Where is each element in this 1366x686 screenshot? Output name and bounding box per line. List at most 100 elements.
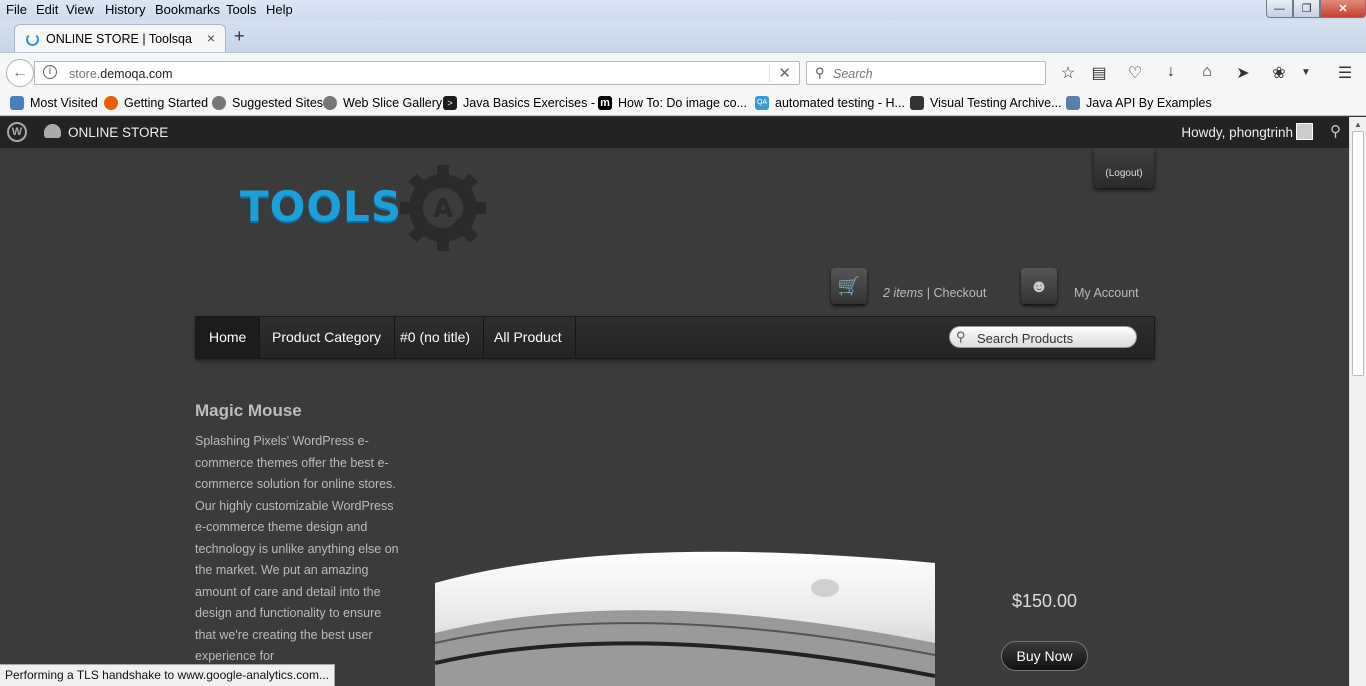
url-domain: demoqa.com: [100, 67, 173, 81]
bookmark-image-compare[interactable]: m How To: Do image co...: [598, 96, 747, 110]
tab-online-store[interactable]: ONLINE STORE | Toolsqa Dummy ×: [14, 24, 226, 53]
close-tab-icon[interactable]: ×: [207, 30, 215, 46]
bookmarks-toolbar: Most Visited Getting Started Suggested S…: [0, 92, 1366, 116]
site-info-icon[interactable]: i: [43, 65, 57, 79]
bookmark-label: Web Slice Gallery: [343, 96, 443, 110]
cart-summary[interactable]: 2 items | Checkout: [883, 286, 986, 300]
bookmark-java-api[interactable]: Java API By Examples: [1066, 96, 1212, 110]
scroll-up-icon[interactable]: ▲: [1354, 120, 1362, 129]
window-controls: — ❐ ✕: [1266, 0, 1366, 20]
menu-file[interactable]: File: [6, 2, 27, 17]
admin-search-icon[interactable]: ⚲: [1330, 122, 1341, 140]
bookmark-label: Visual Testing Archive...: [930, 96, 1062, 110]
bookmark-automated-testing[interactable]: QA automated testing - H...: [755, 96, 905, 110]
search-icon: ⚲: [956, 329, 966, 344]
menu-help[interactable]: Help: [266, 2, 293, 17]
bookmark-web-slice-gallery[interactable]: Web Slice Gallery: [323, 96, 442, 110]
url-subdomain: store.: [69, 67, 101, 81]
bookmark-suggested-sites[interactable]: Suggested Sites: [212, 96, 323, 110]
menu-edit[interactable]: Edit: [36, 2, 58, 17]
bookmark-label: Getting Started: [124, 96, 209, 110]
hamburger-menu-icon[interactable]: ☰: [1335, 63, 1355, 83]
maximize-button[interactable]: ❐: [1293, 0, 1320, 18]
admin-bar-howdy[interactable]: Howdy, phongtrinh: [1181, 125, 1293, 140]
nav-home[interactable]: Home: [196, 317, 261, 358]
bookmark-label: Most Visited: [30, 96, 98, 110]
page-scrollbar[interactable]: ▲: [1349, 117, 1366, 686]
bookmark-star-icon[interactable]: ☆: [1058, 63, 1078, 83]
bookmark-label: Java Basics Exercises - ...: [463, 96, 609, 110]
close-window-button[interactable]: ✕: [1320, 0, 1366, 18]
navigation-toolbar: ← i store.demoqa.com ✕ ⚲ Search ☆ ▤ ♡ ↓ …: [0, 52, 1366, 92]
loading-spinner-icon: [26, 33, 39, 46]
account-icon[interactable]: ☻: [1021, 268, 1057, 304]
product-price: $150.00: [1012, 591, 1078, 611]
bookmark-label: automated testing - H...: [775, 96, 905, 110]
back-arrow-icon: ←: [12, 64, 28, 81]
cart-item-count: 2 items: [883, 286, 924, 300]
send-icon[interactable]: ➤: [1233, 63, 1253, 83]
bookmark-label: Suggested Sites: [232, 96, 324, 110]
bookmark-visual-testing[interactable]: Visual Testing Archive...: [910, 96, 1062, 110]
clear-url-icon[interactable]: ✕: [769, 64, 791, 82]
buy-now-button[interactable]: Buy Now: [1001, 641, 1088, 671]
bookmark-getting-started[interactable]: Getting Started: [104, 96, 208, 110]
url-bar[interactable]: i store.demoqa.com ✕: [34, 61, 800, 85]
chevron-down-icon[interactable]: ▼: [1296, 67, 1316, 78]
checkout-link[interactable]: Checkout: [934, 286, 987, 300]
site-logo[interactable]: TOOLS A: [240, 158, 500, 251]
product-image[interactable]: [435, 543, 935, 686]
reading-list-icon[interactable]: ▤: [1089, 63, 1109, 83]
qa-icon: QA: [755, 96, 769, 110]
globe-icon: [212, 96, 226, 110]
globe-icon: [323, 96, 337, 110]
product-search-placeholder: Search Products: [977, 331, 1074, 346]
nav-product-category[interactable]: Product Category: [259, 317, 395, 358]
menu-bookmarks[interactable]: Bookmarks: [155, 2, 220, 17]
search-icon: ⚲: [815, 65, 825, 80]
bookmark-most-visited[interactable]: Most Visited: [10, 96, 98, 110]
url-text[interactable]: store.demoqa.com: [69, 67, 173, 81]
menu-history[interactable]: History: [105, 2, 145, 17]
firefox-icon: [104, 96, 118, 110]
pocket-icon[interactable]: ♡: [1125, 63, 1145, 83]
svg-text:A: A: [433, 194, 453, 224]
logout-button[interactable]: (Logout): [1094, 148, 1154, 188]
scrollbar-thumb[interactable]: [1352, 131, 1364, 376]
product-description: Splashing Pixels' WordPress e-commerce t…: [195, 434, 399, 663]
dashboard-icon[interactable]: [44, 124, 61, 138]
bookmark-label: How To: Do image co...: [618, 96, 747, 110]
back-button[interactable]: ←: [6, 59, 34, 87]
home-icon[interactable]: ⌂: [1197, 63, 1217, 81]
nav-no-title[interactable]: #0 (no title): [387, 317, 485, 358]
nav-all-product[interactable]: All Product: [481, 317, 576, 358]
new-tab-button[interactable]: +: [234, 26, 245, 47]
extension-icon[interactable]: ❀: [1269, 63, 1289, 83]
wp-admin-bar: W ONLINE STORE Howdy, phongtrinh ⚲: [0, 117, 1349, 148]
my-account-link[interactable]: My Account: [1074, 286, 1139, 300]
minimize-button[interactable]: —: [1266, 0, 1293, 18]
cart-separator: |: [923, 286, 934, 300]
download-icon[interactable]: ↓: [1161, 63, 1181, 81]
gear-logo-icon: A: [400, 165, 486, 251]
product-search-input[interactable]: ⚲ Search Products: [949, 326, 1137, 348]
product-title[interactable]: Magic Mouse: [195, 401, 302, 421]
cart-icon[interactable]: 🛒: [831, 268, 867, 304]
m-icon: m: [598, 96, 612, 110]
menu-view[interactable]: View: [66, 2, 94, 17]
bookmark-java-basics[interactable]: > Java Basics Exercises - ...: [443, 96, 609, 110]
logo-text: TOOLS: [240, 182, 403, 231]
java-icon: [1066, 96, 1080, 110]
browser-search-input[interactable]: ⚲ Search: [806, 61, 1046, 85]
admin-bar-site-name[interactable]: ONLINE STORE: [68, 125, 168, 140]
graduation-cap-icon: [910, 96, 924, 110]
terminal-icon: >: [443, 96, 457, 110]
tab-title: ONLINE STORE | Toolsqa Dummy: [46, 32, 196, 46]
browser-search-placeholder: Search: [833, 67, 873, 81]
page-content: TOOLS A (Logout) 🛒 2 items | Checkout ☻ …: [0, 148, 1349, 686]
menu-tools[interactable]: Tools: [226, 2, 256, 17]
wordpress-logo-icon[interactable]: W: [7, 122, 27, 142]
avatar[interactable]: [1296, 123, 1313, 140]
most-visited-icon: [10, 96, 24, 110]
bookmark-label: Java API By Examples: [1086, 96, 1212, 110]
